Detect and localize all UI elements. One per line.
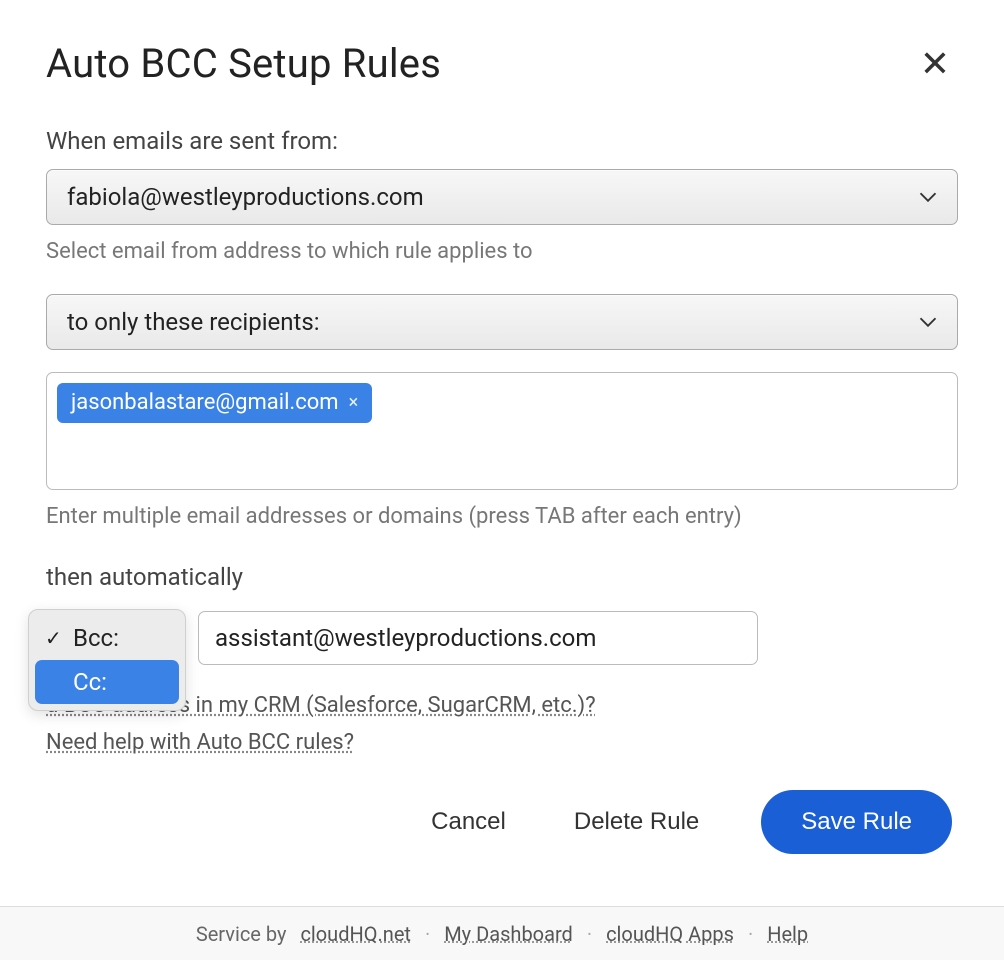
target-email-input[interactable] [198, 611, 758, 665]
dialog-buttons: Cancel Delete Rule Save Rule [46, 790, 958, 854]
footer-link-help[interactable]: Help [767, 922, 808, 946]
dropdown-option-cc[interactable]: Cc: [35, 660, 179, 704]
action-row: Bcc: Cc: [46, 611, 958, 665]
recipients-filter-value: to only these recipients: [67, 308, 320, 336]
from-helper-text: Select email from address to which rule … [46, 239, 958, 264]
dropdown-option-label: Bcc: [73, 624, 119, 652]
chevron-down-icon [919, 316, 937, 328]
chevron-down-icon [919, 191, 937, 203]
recipients-helper-text: Enter multiple email addresses or domain… [46, 504, 958, 529]
recipient-chip[interactable]: jasonbalastare@gmail.com × [57, 383, 372, 423]
footer-service-prefix: Service by [196, 922, 287, 946]
footer-link-dashboard[interactable]: My Dashboard [444, 922, 573, 946]
save-rule-button[interactable]: Save Rule [761, 790, 952, 854]
cancel-button[interactable]: Cancel [425, 798, 512, 846]
dialog-header: Auto BCC Setup Rules ✕ [46, 40, 958, 87]
chip-remove-icon[interactable]: × [349, 392, 359, 414]
delete-rule-button[interactable]: Delete Rule [568, 798, 705, 846]
footer-bar: Service by cloudHQ.net · My Dashboard · … [0, 906, 1004, 960]
dropdown-option-bcc[interactable]: Bcc: [35, 616, 179, 660]
help-link-rules[interactable]: Need help with Auto BCC rules? [46, 730, 354, 755]
close-icon[interactable]: ✕ [912, 42, 958, 86]
dialog-title: Auto BCC Setup Rules [46, 40, 441, 87]
footer-separator: · [587, 922, 592, 946]
action-label: then automatically [46, 563, 958, 591]
footer-separator: · [748, 922, 753, 946]
from-address-value: fabiola@westleyproductions.com [67, 183, 424, 211]
recipients-chip-input[interactable]: jasonbalastare@gmail.com × [46, 372, 958, 490]
footer-link-apps[interactable]: cloudHQ Apps [606, 922, 734, 946]
recipients-filter-select[interactable]: to only these recipients: [46, 294, 958, 350]
footer-separator: · [425, 922, 430, 946]
from-address-select[interactable]: fabiola@westleyproductions.com [46, 169, 958, 225]
from-label: When emails are sent from: [46, 127, 958, 155]
footer-link-cloudhq[interactable]: cloudHQ.net [300, 922, 411, 946]
dropdown-option-label: Cc: [73, 668, 107, 696]
dialog-auto-bcc-rules: Auto BCC Setup Rules ✕ When emails are s… [0, 0, 1004, 960]
bcc-cc-dropdown-open: Bcc: Cc: [28, 609, 186, 711]
recipient-chip-text: jasonbalastare@gmail.com [71, 390, 339, 416]
